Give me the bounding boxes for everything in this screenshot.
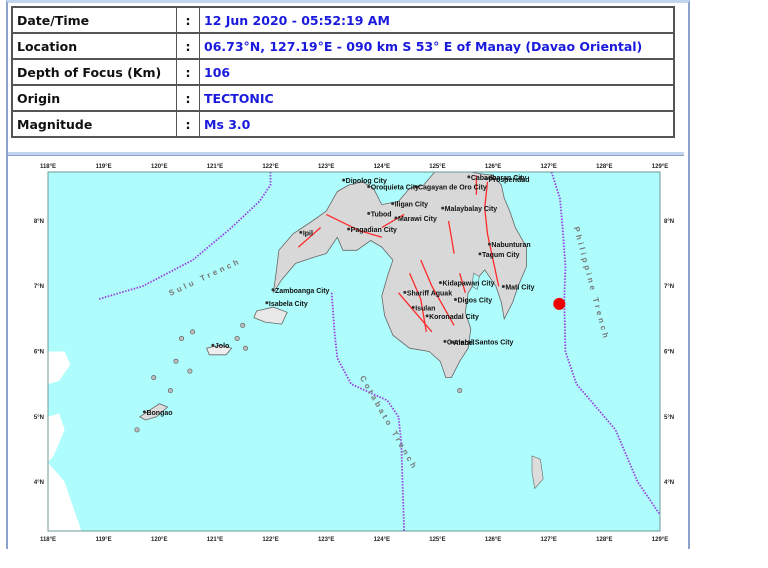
city-label: Jolo xyxy=(215,343,229,350)
lon-tick-bottom: 126°E xyxy=(485,537,501,543)
lon-tick-top: 119°E xyxy=(96,164,112,170)
lon-tick-bottom: 120°E xyxy=(151,537,167,543)
city-label: Prosperidad xyxy=(489,177,530,184)
small-island xyxy=(234,335,240,341)
info-value: 12 Jun 2020 - 05:52:19 AM xyxy=(199,6,675,34)
lat-tick-left: 4°N xyxy=(34,480,44,486)
small-island xyxy=(243,345,249,351)
small-island xyxy=(134,427,140,433)
city-label: Iligan City xyxy=(395,202,429,209)
lon-tick-bottom: 127°E xyxy=(541,537,557,543)
city-label: Tubod xyxy=(371,211,392,218)
lon-tick-top: 127°E xyxy=(541,164,557,170)
city-label: Ipil xyxy=(303,230,313,237)
info-colon: : xyxy=(176,84,200,112)
info-row: Date/Time:12 Jun 2020 - 05:52:19 AM xyxy=(11,6,675,34)
info-row: Magnitude: Ms 3.0 xyxy=(11,110,675,138)
lat-tick-right: 6°N xyxy=(664,350,674,356)
lon-tick-top: 124°E xyxy=(374,164,390,170)
earthquake-info-table: Date/Time:12 Jun 2020 - 05:52:19 AM Locat… xyxy=(11,6,675,138)
city-label: Koronadal City xyxy=(429,314,479,321)
lon-tick-bottom: 123°E xyxy=(318,537,334,543)
section-divider xyxy=(8,152,684,156)
map-plot-area: Sulu TrenchCotabato TrenchPhilippine Tre… xyxy=(48,172,660,531)
city-label: Cagayan de Oro City xyxy=(418,185,487,192)
info-colon: : xyxy=(176,58,200,86)
earthquake-map: Sulu Trench Cotabato Trench Philippine Tre… xyxy=(12,158,682,546)
lat-tick-right: 5°N xyxy=(664,415,674,421)
lon-tick-top: 126°E xyxy=(485,164,501,170)
info-value: Ms 3.0 xyxy=(199,110,675,138)
lat-tick-left: 5°N xyxy=(34,415,44,421)
info-row: Depth of Focus (Km):106 xyxy=(11,58,675,86)
lon-tick-bottom: 125°E xyxy=(429,537,445,543)
lat-tick-left: 6°N xyxy=(34,350,44,356)
city-label: Tagum City xyxy=(482,252,520,259)
lon-tick-bottom: 122°E xyxy=(262,537,278,543)
info-colon: : xyxy=(176,110,200,138)
city-label: Oroquieta City xyxy=(371,185,419,192)
lon-tick-top: 121°E xyxy=(207,164,223,170)
lon-tick-top: 128°E xyxy=(596,164,612,170)
small-island xyxy=(240,322,246,328)
city-label: Mati City xyxy=(505,284,534,291)
info-label: Depth of Focus (Km) xyxy=(11,58,177,86)
lat-tick-left: 8°N xyxy=(34,219,44,225)
info-value: 06.73°N, 127.19°E - 090 km S 53° E of Ma… xyxy=(199,32,675,60)
info-label: Date/Time xyxy=(11,6,177,34)
info-colon: : xyxy=(176,6,200,34)
epicenter-marker xyxy=(553,297,566,310)
lat-tick-right: 8°N xyxy=(664,219,674,225)
small-island xyxy=(457,388,463,394)
lon-tick-bottom: 128°E xyxy=(596,537,612,543)
lon-tick-top: 123°E xyxy=(318,164,334,170)
map-svg: Sulu TrenchCotabato TrenchPhilippine Tre… xyxy=(12,158,682,546)
city-label: Malaybalay City xyxy=(445,206,498,213)
lon-tick-top: 118°E xyxy=(40,164,56,170)
lon-tick-bottom: 118°E xyxy=(40,537,56,543)
city-label: Alabel xyxy=(454,340,475,347)
info-value: 106 xyxy=(199,58,675,86)
small-island xyxy=(167,388,173,394)
lon-tick-top: 120°E xyxy=(151,164,167,170)
city-label: Bongao xyxy=(146,410,172,417)
small-island xyxy=(179,335,185,341)
city-label: Digos City xyxy=(457,298,492,305)
lon-tick-top: 125°E xyxy=(429,164,445,170)
city-label: Zamboanga City xyxy=(275,288,330,295)
info-row: Origin: TECTONIC xyxy=(11,84,675,112)
city-label: Isabela City xyxy=(269,301,308,308)
info-colon: : xyxy=(176,32,200,60)
small-island xyxy=(173,358,179,364)
lon-tick-top: 129°E xyxy=(652,164,668,170)
lon-tick-bottom: 119°E xyxy=(96,537,112,543)
city-label: Nabunturan xyxy=(491,242,530,249)
small-island xyxy=(187,368,193,374)
lat-tick-right: 4°N xyxy=(664,480,674,486)
info-label: Magnitude xyxy=(11,110,177,138)
info-label: Origin xyxy=(11,84,177,112)
small-island xyxy=(151,375,157,381)
small-island xyxy=(190,329,196,335)
city-label: Kidapawan City xyxy=(442,281,494,288)
city-label: Isulan xyxy=(415,305,435,312)
info-row: Location:06.73°N, 127.19°E - 090 km S 53… xyxy=(11,32,675,60)
lon-tick-bottom: 129°E xyxy=(652,537,668,543)
lon-tick-top: 122°E xyxy=(262,164,278,170)
info-value: TECTONIC xyxy=(199,84,675,112)
lon-tick-bottom: 124°E xyxy=(374,537,390,543)
lat-tick-left: 7°N xyxy=(34,284,44,290)
lon-tick-bottom: 121°E xyxy=(207,537,223,543)
info-label: Location xyxy=(11,32,177,60)
lat-tick-right: 7°N xyxy=(664,284,674,290)
city-label: Shariff Aguak xyxy=(407,290,452,297)
city-label: Marawi City xyxy=(398,216,437,223)
city-label: Pagadian City xyxy=(351,227,397,234)
